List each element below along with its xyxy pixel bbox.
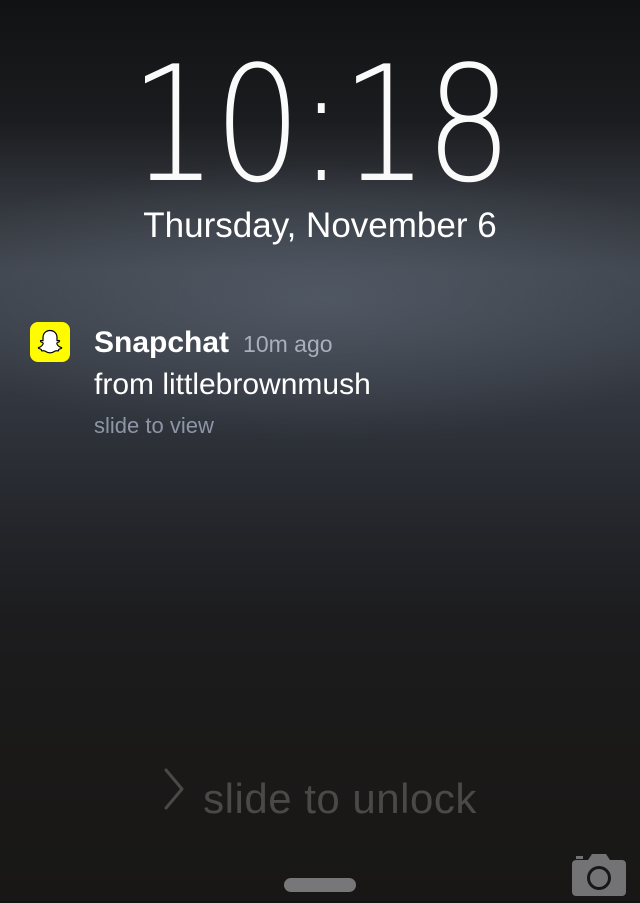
notification-header: Snapchat 10m ago (94, 322, 333, 364)
clock-time: 10:18 (130, 31, 513, 218)
notification-app-name: Snapchat (94, 326, 230, 359)
chevron-right-icon (163, 767, 185, 825)
slide-to-unlock-label: slide to unlock (203, 774, 477, 822)
control-center-grabber[interactable] (284, 878, 356, 892)
notification-time-ago: 10m ago (243, 331, 333, 357)
slide-to-unlock-track[interactable]: slide to unlock (0, 768, 640, 824)
snapchat-ghost-icon (30, 322, 70, 362)
camera-icon[interactable] (570, 852, 628, 898)
notification-message: from littlebrownmush (94, 368, 371, 401)
lock-screen-clock: 10:18 (0, 30, 640, 220)
notification-action-hint[interactable]: slide to view (94, 408, 214, 444)
lock-screen-date: Thursday, November 6 (143, 206, 497, 245)
notification-snapchat[interactable]: Snapchat 10m ago from littlebrownmush sl… (30, 320, 610, 450)
